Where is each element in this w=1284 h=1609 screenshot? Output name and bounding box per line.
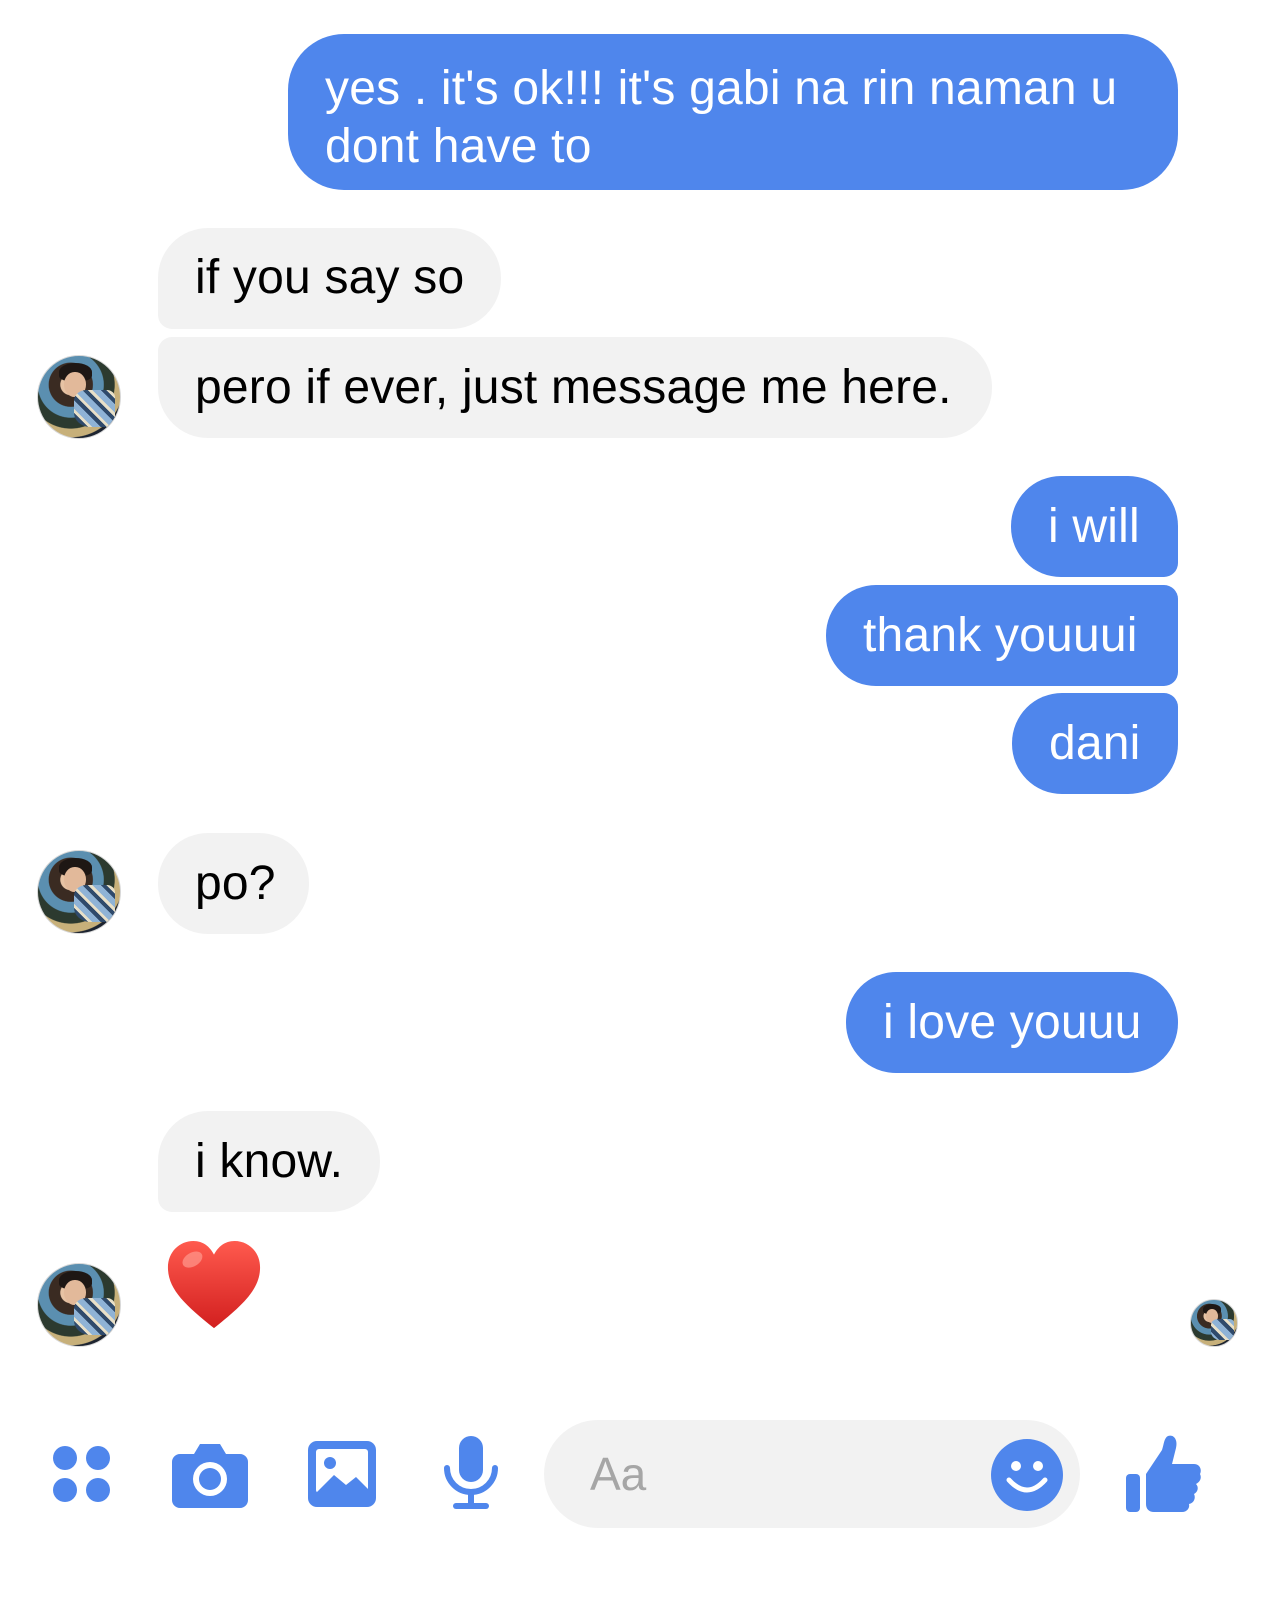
contact-avatar[interactable] [37,355,121,439]
message-bubble-outgoing[interactable]: thank youuui [826,585,1178,686]
message-bubble-outgoing[interactable]: yes . it's ok!!! it's gabi na rin naman … [288,34,1178,190]
message-text: if you say so [195,251,465,304]
message-text: i love youuu [883,996,1142,1049]
message-bubble-outgoing[interactable]: i will [1011,476,1178,577]
message-bubble-outgoing[interactable]: dani [1012,693,1178,794]
message-text: i know. [195,1135,344,1188]
message-bubble-incoming[interactable]: i know. [158,1111,380,1212]
red-heart-icon [167,1240,261,1329]
message-text: thank youuui [863,609,1138,662]
image-icon[interactable] [308,1441,376,1507]
message-text: po? [195,857,276,910]
heart-emoji-message[interactable] [165,1238,263,1336]
apps-icon[interactable] [50,1442,114,1506]
contact-avatar[interactable] [37,1263,121,1347]
emoji-icon[interactable] [990,1438,1064,1512]
thumbs-up-icon[interactable] [1126,1434,1202,1512]
message-bubble-incoming[interactable]: pero if ever, just message me here. [158,337,992,438]
message-text: dani [1049,717,1141,770]
microphone-icon[interactable] [442,1436,500,1512]
contact-avatar[interactable] [37,850,121,934]
message-bubble-outgoing[interactable]: i love youuu [846,972,1178,1073]
message-bubble-incoming[interactable]: po? [158,833,309,934]
message-text: i will [1048,500,1140,553]
camera-icon[interactable] [172,1440,248,1508]
message-text: yes . it's ok!!! it's gabi na rin naman … [325,62,1118,173]
message-bubble-incoming[interactable]: if you say so [158,228,501,329]
message-text: pero if ever, just message me here. [195,361,952,414]
read-receipt-avatar [1190,1299,1238,1347]
